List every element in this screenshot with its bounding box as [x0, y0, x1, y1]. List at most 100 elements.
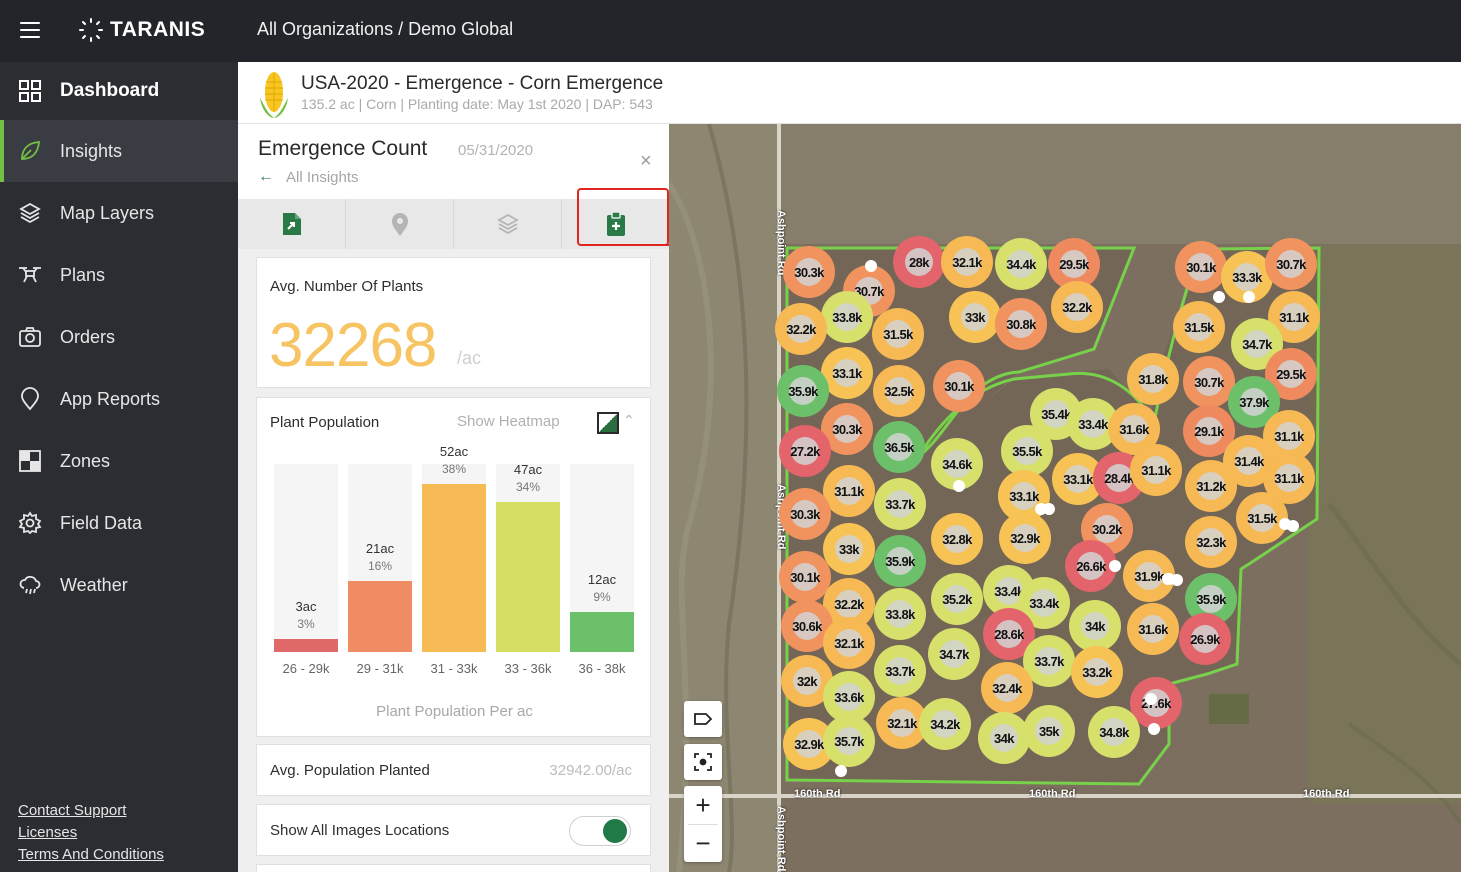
emergence-count-marker[interactable]: 34.8k: [1088, 706, 1140, 758]
image-location-dot[interactable]: [1213, 291, 1225, 303]
back-to-insights-link[interactable]: ← All Insights: [258, 168, 359, 186]
emergence-count-marker[interactable]: 31.5k: [1236, 492, 1288, 544]
marker-value: 31.5k: [1184, 319, 1214, 335]
close-icon[interactable]: ×: [640, 150, 652, 173]
emergence-count-marker[interactable]: 34.7k: [928, 628, 980, 680]
emergence-count-marker[interactable]: 32.4k: [981, 662, 1033, 714]
image-location-dot[interactable]: [1162, 573, 1174, 585]
emergence-count-marker[interactable]: 34.4k: [995, 238, 1047, 290]
image-location-dot[interactable]: [1109, 560, 1121, 572]
tab-add-to-plan[interactable]: [562, 199, 669, 249]
image-location-dot[interactable]: [1243, 291, 1255, 303]
image-location-dot[interactable]: [1287, 520, 1299, 532]
emergence-count-marker[interactable]: 32.9k: [999, 512, 1051, 564]
emergence-count-marker[interactable]: 31.8k: [1127, 353, 1179, 405]
emergence-count-marker[interactable]: 30.1k: [779, 551, 831, 603]
emergence-count-marker[interactable]: 30.1k: [933, 360, 985, 412]
emergence-count-marker[interactable]: 28k: [893, 236, 945, 288]
chevron-up-icon[interactable]: ⌃: [623, 412, 635, 429]
sidebar-item-insights[interactable]: Insights: [0, 120, 238, 182]
emergence-count-marker[interactable]: 32.2k: [775, 303, 827, 355]
bar-column[interactable]: 47ac 34%: [496, 462, 560, 652]
emergence-count-marker[interactable]: 31.1k: [1130, 444, 1182, 496]
marker-value: 31.1k: [1279, 309, 1309, 325]
sidebar-item-field-data[interactable]: Field Data: [0, 492, 238, 554]
taranis-logo[interactable]: TARANIS: [78, 16, 205, 44]
emergence-count-marker[interactable]: 30.7k: [1265, 238, 1317, 290]
marker-value: 31.8k: [1138, 371, 1168, 387]
sidebar-item-orders[interactable]: Orders: [0, 306, 238, 368]
emergence-count-marker[interactable]: 35k: [1023, 705, 1075, 757]
tab-export-report[interactable]: [238, 199, 346, 249]
marker-value: 29.1k: [1194, 423, 1224, 439]
tab-locations[interactable]: [346, 199, 454, 249]
marker-center: 30.7k: [1194, 368, 1224, 396]
organization-breadcrumb[interactable]: All Organizations / Demo Global: [257, 19, 513, 40]
emergence-count-marker[interactable]: 33.8k: [874, 588, 926, 640]
emergence-count-marker[interactable]: 33.7k: [874, 645, 926, 697]
bar-column[interactable]: 12ac 9%: [570, 464, 634, 652]
emergence-count-marker[interactable]: 34k: [1069, 600, 1121, 652]
marker-center: 35.4k: [1041, 400, 1071, 428]
heatmap-toggle-icon[interactable]: [597, 412, 619, 434]
emergence-count-marker[interactable]: 34.2k: [919, 698, 971, 750]
emergence-count-marker[interactable]: 31.5k: [1173, 301, 1225, 353]
emergence-count-marker[interactable]: 32.5k: [873, 365, 925, 417]
emergence-count-marker[interactable]: 26.9k: [1179, 613, 1231, 665]
image-location-dot[interactable]: [1145, 693, 1157, 705]
sidebar-item-map-layers[interactable]: Map Layers: [0, 182, 238, 244]
image-location-dot[interactable]: [1148, 723, 1160, 735]
emergence-count-marker[interactable]: 27.2k: [779, 425, 831, 477]
emergence-count-marker[interactable]: 30.3k: [779, 488, 831, 540]
sidebar-item-weather[interactable]: Weather: [0, 554, 238, 616]
image-location-dot[interactable]: [953, 480, 965, 492]
zoom-out-button[interactable]: −: [684, 824, 722, 862]
bar-column[interactable]: 52ac 38%: [422, 444, 486, 652]
emergence-count-marker[interactable]: 30.8k: [995, 298, 1047, 350]
image-location-dot[interactable]: [865, 260, 877, 272]
emergence-count-marker[interactable]: 31.1k: [823, 465, 875, 517]
zoom-in-button[interactable]: +: [684, 786, 722, 824]
emergence-count-marker[interactable]: 32.1k: [823, 617, 875, 669]
emergence-count-marker[interactable]: 32.1k: [941, 236, 993, 288]
emergence-count-marker[interactable]: 30.1k: [1175, 241, 1227, 293]
contact-support-link[interactable]: Contact Support: [18, 800, 164, 822]
bar-column[interactable]: 21ac 16%: [348, 464, 412, 652]
emergence-count-marker[interactable]: 35.9k: [777, 365, 829, 417]
tab-layers[interactable]: [454, 199, 562, 249]
focus-control[interactable]: [684, 744, 722, 780]
emergence-count-marker[interactable]: 31.2k: [1185, 460, 1237, 512]
emergence-count-marker[interactable]: 33k: [823, 523, 875, 575]
emergence-count-marker[interactable]: 33.7k: [874, 478, 926, 530]
toggle-knob: [603, 819, 627, 843]
field-map[interactable]: Ashpoint Rd Ashpoint Rd Ashpoint Rd 160t…: [669, 124, 1461, 872]
emergence-count-marker[interactable]: 30.3k: [783, 246, 835, 298]
tag-control[interactable]: [684, 701, 722, 737]
images-location-toggle[interactable]: [569, 816, 631, 846]
sidebar-item-dashboard[interactable]: Dashboard: [0, 62, 238, 120]
emergence-count-marker[interactable]: 34k: [978, 712, 1030, 764]
emergence-count-marker[interactable]: 33.8k: [821, 291, 873, 343]
terms-link[interactable]: Terms And Conditions: [18, 844, 164, 866]
emergence-count-marker[interactable]: 32.8k: [931, 513, 983, 565]
marker-center: 30.7k: [1276, 250, 1306, 278]
emergence-count-marker[interactable]: 36.5k: [873, 421, 925, 473]
image-location-dot[interactable]: [1043, 503, 1055, 515]
emergence-count-marker[interactable]: 33k: [949, 291, 1001, 343]
emergence-count-marker[interactable]: 32.3k: [1185, 516, 1237, 568]
sidebar-item-zones[interactable]: Zones: [0, 430, 238, 492]
emergence-count-marker[interactable]: 35.2k: [931, 573, 983, 625]
emergence-count-marker[interactable]: 35.7k: [823, 715, 875, 767]
show-heatmap-link[interactable]: Show Heatmap: [457, 413, 560, 430]
sidebar-item-app-reports[interactable]: App Reports: [0, 368, 238, 430]
emergence-count-marker[interactable]: 32.2k: [1051, 281, 1103, 333]
licenses-link[interactable]: Licenses: [18, 822, 164, 844]
image-location-dot[interactable]: [835, 765, 847, 777]
emergence-count-marker[interactable]: 31.6k: [1127, 603, 1179, 655]
sidebar-item-plans[interactable]: Plans: [0, 244, 238, 306]
emergence-count-marker[interactable]: 35.9k: [874, 535, 926, 587]
hamburger-menu-icon[interactable]: [20, 22, 40, 38]
bar-column[interactable]: 3ac 3%: [274, 464, 338, 652]
emergence-count-marker[interactable]: 31.5k: [872, 308, 924, 360]
emergence-count-marker[interactable]: 33.2k: [1071, 646, 1123, 698]
